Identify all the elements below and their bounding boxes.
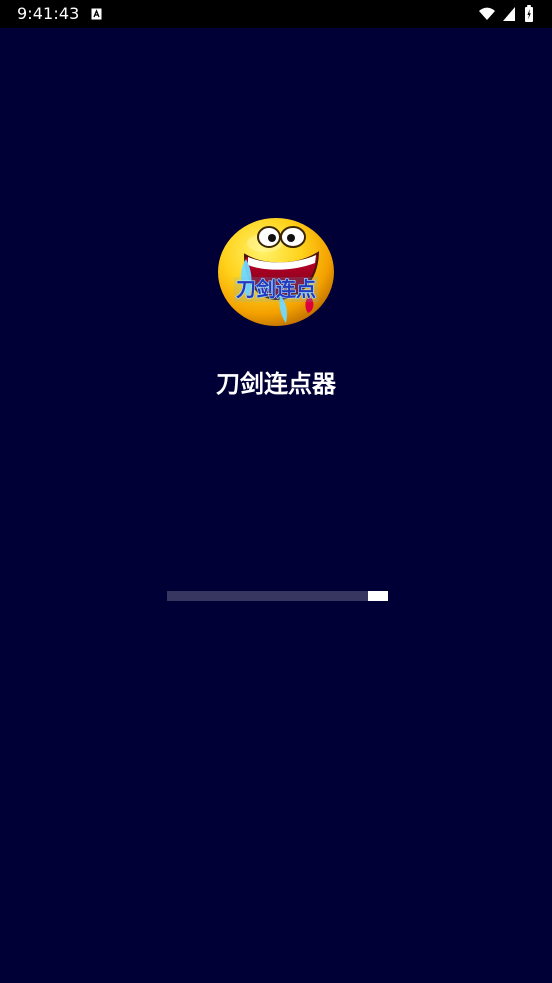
- a-icon: [91, 8, 102, 20]
- status-bar: 9:41:43: [0, 0, 552, 28]
- app-logo-icon: 刀剑连点: [218, 218, 334, 326]
- app-title: 刀剑连点器: [216, 370, 336, 398]
- loading-progress-indicator: [368, 591, 388, 601]
- logo-text: 刀剑连点: [236, 277, 316, 301]
- battery-icon: [525, 5, 533, 22]
- loading-progress-bar: [167, 591, 388, 601]
- status-time: 9:41:43: [17, 4, 80, 23]
- signal-icon: [503, 7, 515, 21]
- wifi-icon: [479, 7, 495, 20]
- splash-screen: 9:41:43 刀剑连点 刀剑连点器: [0, 0, 552, 983]
